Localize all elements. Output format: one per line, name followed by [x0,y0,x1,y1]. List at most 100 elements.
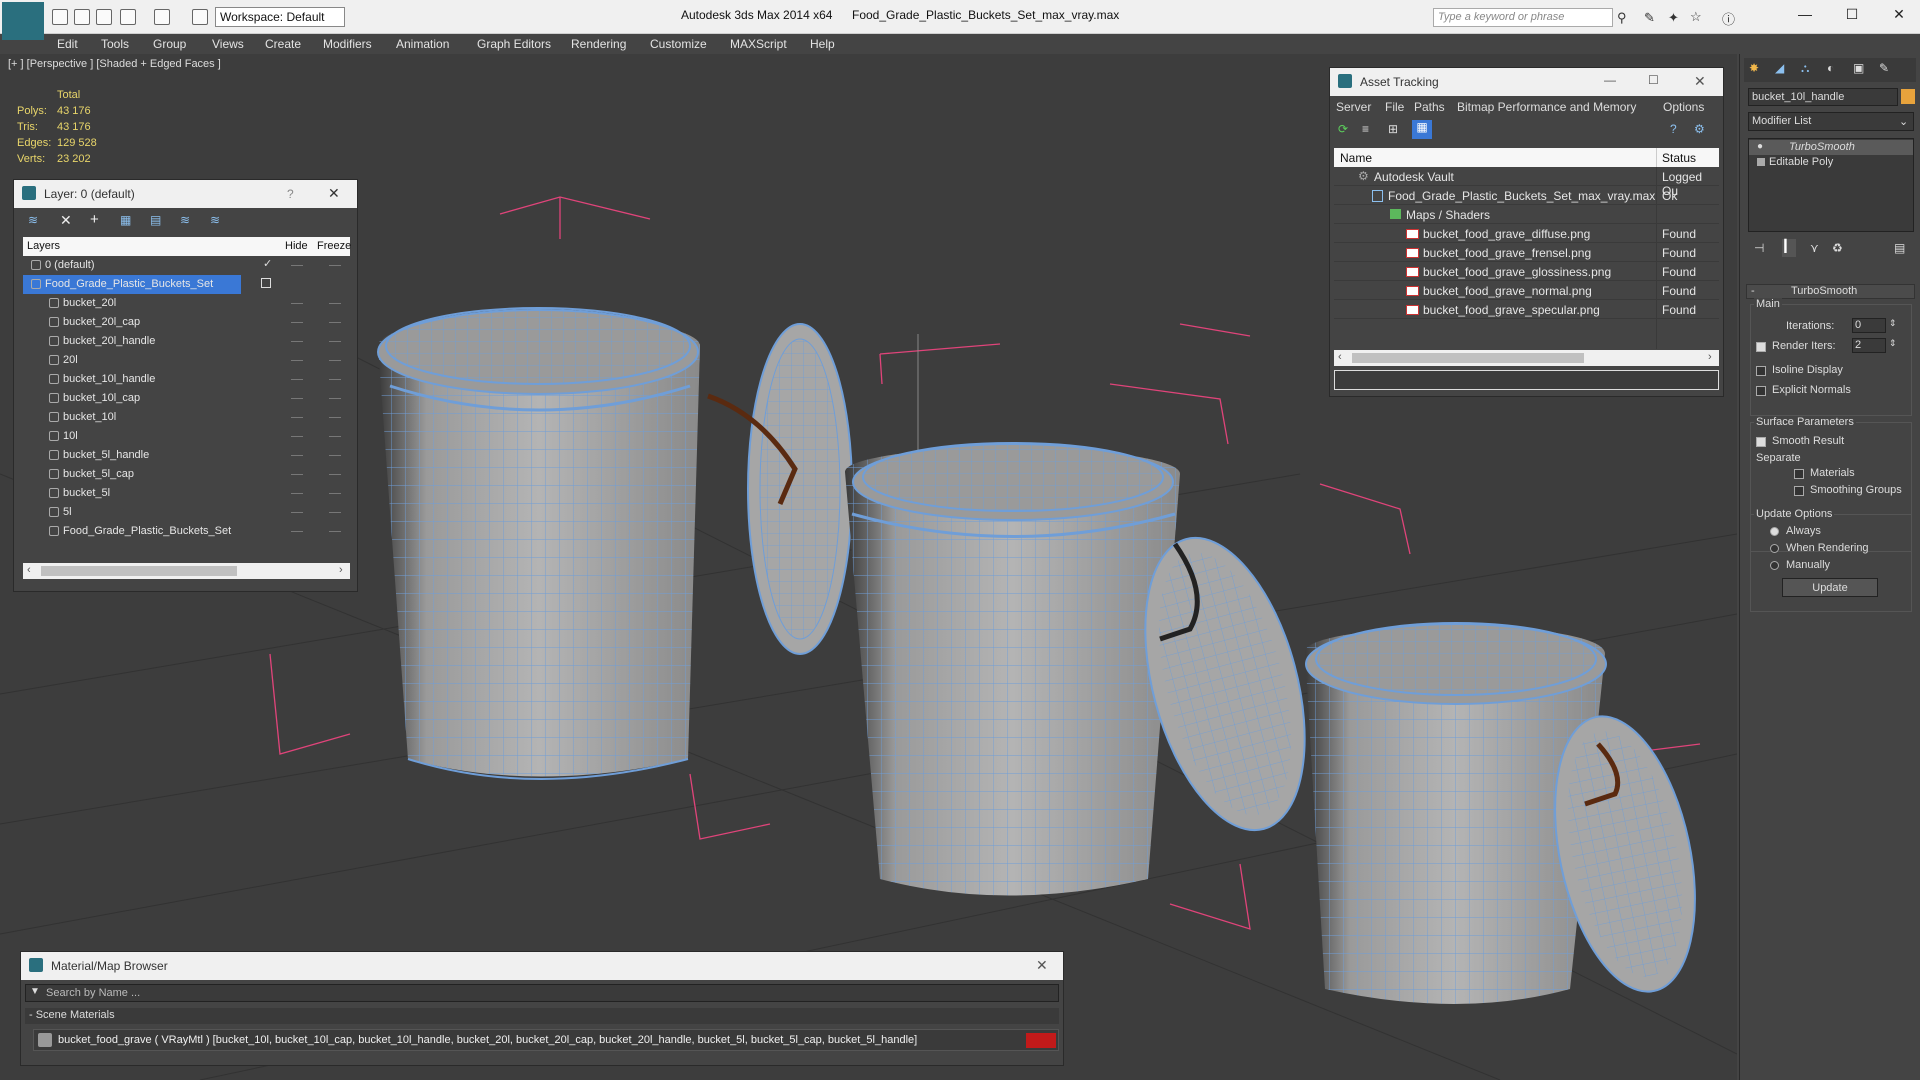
close-icon[interactable]: ✕ [1694,73,1706,90]
workspace-dropdown[interactable]: Workspace: Default [215,7,345,27]
turbosmooth-rollout-header[interactable]: - TurboSmooth [1746,284,1915,299]
modifier-list-dropdown[interactable]: Modifier List ⌄ [1748,112,1914,131]
vault-settings-icon[interactable]: ⚙ [1694,122,1705,136]
materials-checkbox[interactable] [1794,469,1804,479]
favorites-star-icon[interactable]: ☆ [1690,9,1702,25]
layer-row[interactable]: bucket_10l_handle [23,370,343,389]
hierarchy-tab-icon[interactable]: ⛬ [1801,61,1809,76]
column-hide[interactable]: Hide [285,240,308,252]
layer-row[interactable]: bucket_10l [23,408,343,427]
when-rendering-radio[interactable] [1770,544,1779,553]
open-file-icon[interactable] [74,9,90,25]
maximize-icon[interactable]: ☐ [1837,6,1867,23]
motion-tab-icon[interactable]: ◐ [1827,61,1834,75]
configure-sets-icon[interactable]: ▤ [1894,241,1905,255]
binoculars-icon[interactable]: ⚲ [1617,10,1627,26]
stack-item-turbosmooth[interactable]: TurboSmooth [1749,140,1913,155]
undo-icon[interactable] [120,9,136,25]
menu-views[interactable]: Views [212,37,244,51]
asset-panel-titlebar[interactable]: Asset Tracking — ☐ ✕ [1330,68,1723,96]
always-radio[interactable] [1770,527,1779,536]
update-button[interactable]: Update [1782,578,1878,597]
stack-item-editable-poly[interactable]: Editable Poly [1769,156,1833,168]
asset-row[interactable]: bucket_food_grave_glossiness.png Found [1334,262,1719,281]
communication-icon[interactable]: ✦ [1668,10,1679,26]
layer-row[interactable]: bucket_20l [23,294,343,313]
asset-row[interactable]: bucket_food_grave_diffuse.png Found [1334,224,1719,243]
remove-modifier-icon[interactable]: ♻ [1832,241,1843,255]
layer-row[interactable]: bucket_5l_cap [23,465,343,484]
display-tab-icon[interactable]: ▣ [1853,61,1864,75]
new-file-icon[interactable] [52,9,68,25]
asset-row[interactable]: Food_Grade_Plastic_Buckets_Set_max_vray.… [1334,186,1719,205]
scroll-left-icon[interactable]: ‹ [1338,351,1342,363]
pin-stack-icon[interactable]: ⊣ [1754,241,1764,255]
menu-create[interactable]: Create [265,37,301,51]
vault-help-icon[interactable]: ? [1670,122,1677,136]
scroll-thumb[interactable] [1352,353,1584,363]
render-iters-checkbox[interactable] [1756,342,1766,352]
layer-row[interactable]: bucket_5l_handle [23,446,343,465]
layer-row[interactable]: 5l [23,503,343,522]
minimize-icon[interactable]: — [1790,6,1820,22]
modify-tab-icon[interactable]: ◢ [1775,61,1784,75]
isoline-checkbox[interactable] [1756,366,1766,376]
scroll-left-icon[interactable]: ‹ [27,564,31,576]
menu-paths[interactable]: Paths [1414,100,1445,114]
smoothing-groups-checkbox[interactable] [1794,486,1804,496]
maximize-icon[interactable]: ☐ [1648,73,1659,87]
menu-bitmap-performance[interactable]: Bitmap Performance and Memory [1457,100,1636,114]
menu-help[interactable]: Help [810,37,835,51]
highlight-layer-icon[interactable]: ▤ [150,213,161,227]
layer-row[interactable]: 0 (default) ✓ [23,256,343,275]
layer-row[interactable]: 20l [23,351,343,370]
menu-modifiers[interactable]: Modifiers [323,37,372,51]
refresh-icon[interactable]: ⟳ [1338,122,1348,136]
menu-animation[interactable]: Animation [396,37,449,51]
menu-group[interactable]: Group [153,37,186,51]
table-view-icon[interactable]: ▦ [1412,120,1432,139]
freeze-all-icon[interactable]: ≋ [210,213,220,227]
utilities-tab-icon[interactable]: ✎ [1879,61,1889,75]
show-end-result-icon[interactable]: ▎ [1782,239,1796,257]
column-layers[interactable]: Layers [27,240,60,252]
viewport-label[interactable]: [+ ] [Perspective ] [Shaded + Edged Face… [8,58,221,70]
select-in-layer-icon[interactable]: ▦ [120,213,131,227]
menu-tools[interactable]: Tools [101,37,129,51]
close-icon[interactable]: ✕ [1884,6,1914,23]
help-icon[interactable]: ? [287,187,294,201]
render-iters-spinner[interactable]: 2 [1852,338,1886,353]
menu-server[interactable]: Server [1336,100,1371,114]
make-unique-icon[interactable]: ⋎ [1810,241,1819,255]
scroll-thumb[interactable] [41,566,237,576]
iterations-spinner[interactable]: 0 [1852,318,1886,333]
search-options-icon[interactable]: ▼ [30,986,40,997]
column-status[interactable]: Status [1662,151,1696,165]
layer-row[interactable]: Food_Grade_Plastic_Buckets_Set [23,522,343,541]
layer-row[interactable]: bucket_5l [23,484,343,503]
help-icon[interactable]: ⓘ [1722,9,1735,28]
column-name[interactable]: Name [1340,151,1372,165]
hide-all-icon[interactable]: ≋ [180,213,190,227]
explicit-normals-checkbox[interactable] [1756,386,1766,396]
asset-horizontal-scrollbar[interactable]: ‹ › [1334,350,1719,366]
keyword-search-input[interactable]: Type a keyword or phrase [1433,8,1613,27]
layer-row[interactable]: bucket_20l_cap [23,313,343,332]
menu-graph-editors[interactable]: Graph Editors [477,37,551,51]
tree-view-icon[interactable]: ⊞ [1388,122,1398,136]
manually-radio[interactable] [1770,561,1779,570]
asset-row[interactable]: bucket_food_grave_specular.png Found [1334,300,1719,319]
asset-row[interactable]: bucket_food_grave_normal.png Found [1334,281,1719,300]
save-icon[interactable] [96,9,112,25]
layer-row[interactable]: bucket_20l_handle [23,332,343,351]
expand-icon[interactable] [1757,158,1765,166]
subscription-icon[interactable]: ✎ [1644,10,1655,26]
asset-path-field[interactable] [1334,370,1719,390]
add-layer-icon[interactable]: + [90,211,99,228]
layer-horizontal-scrollbar[interactable]: ‹ › [23,563,350,579]
material-search-field[interactable]: ▼ Search by Name ... [25,984,1059,1002]
asset-row[interactable]: bucket_food_grave_frensel.png Found [1334,243,1719,262]
menu-edit[interactable]: Edit [57,37,78,51]
menu-file[interactable]: File [1385,100,1404,114]
object-color-swatch[interactable] [1901,89,1915,104]
